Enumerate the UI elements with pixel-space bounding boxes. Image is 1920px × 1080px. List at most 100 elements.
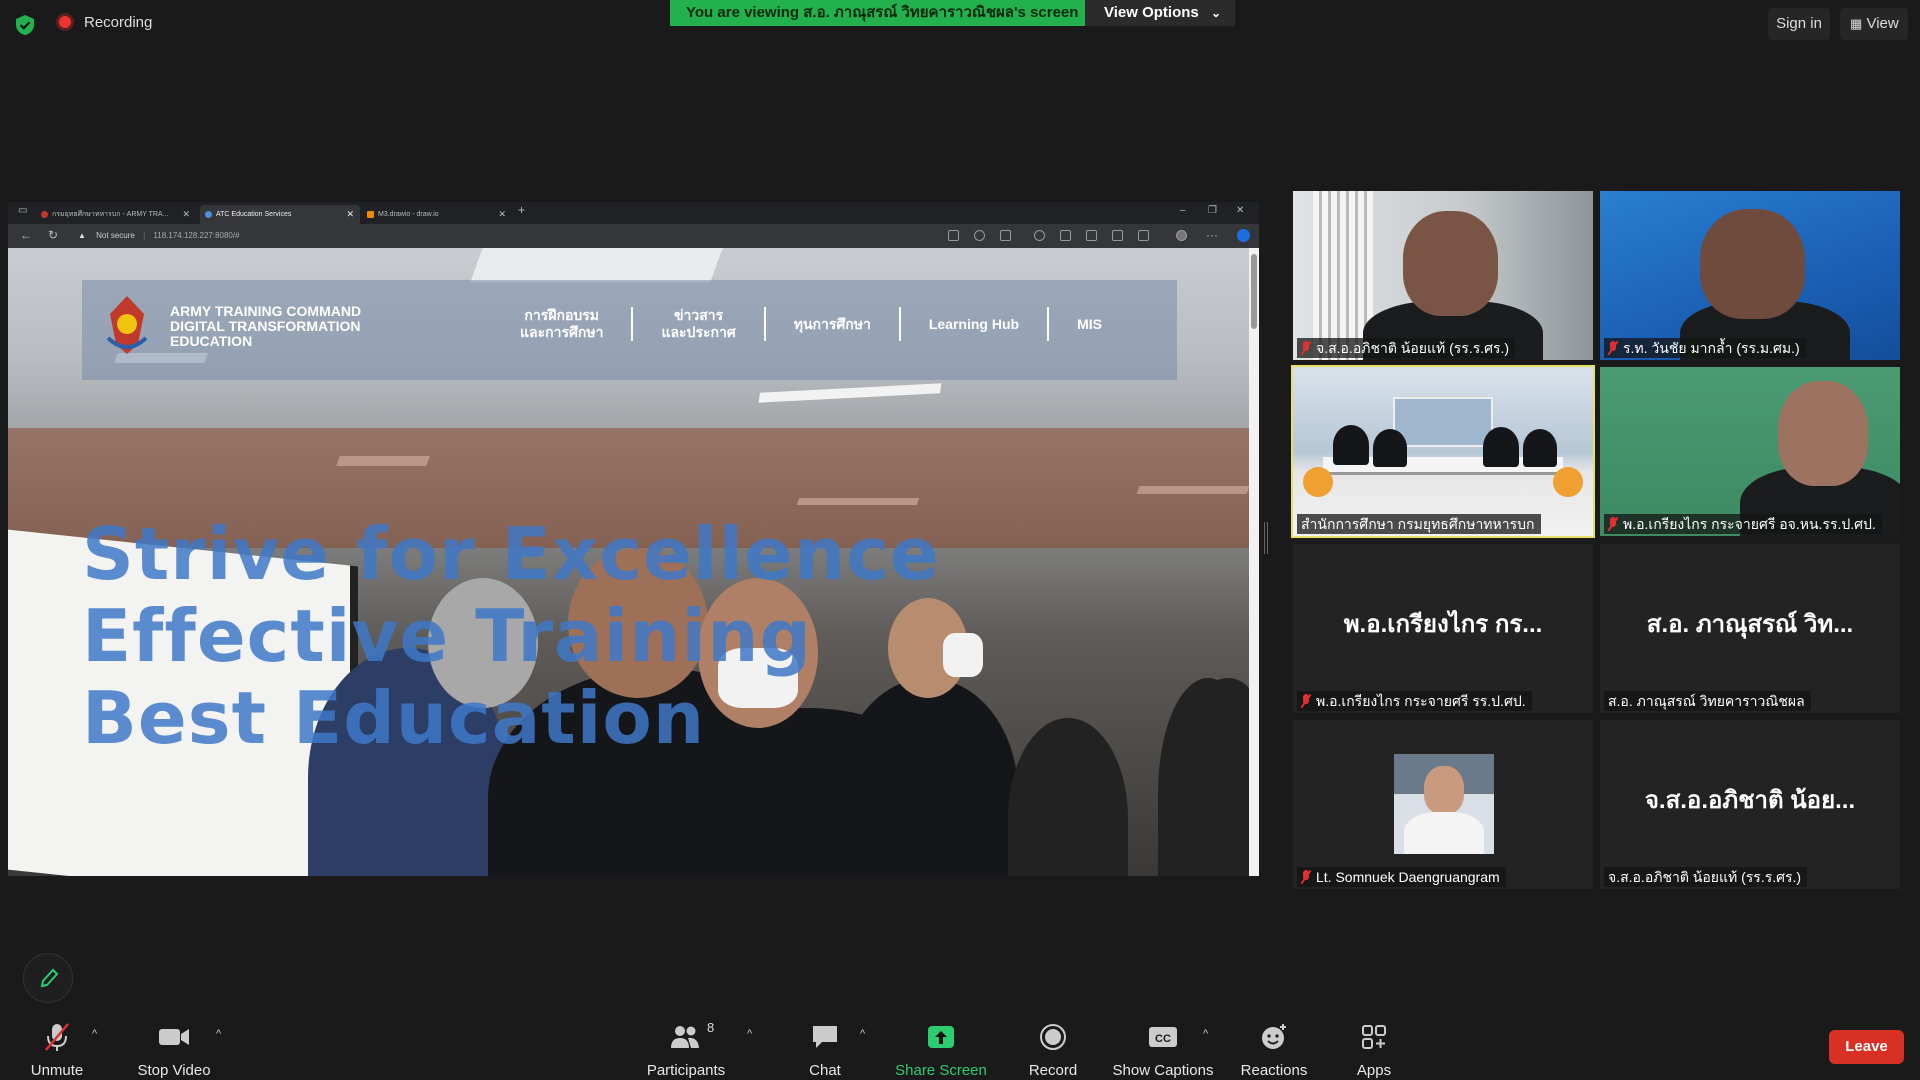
participant-tile[interactable]: ร.ท. วันชัย มากล้ำ (รร.ม.ศม.) — [1600, 191, 1900, 360]
participant-tile[interactable]: ส.อ. ภาณุสรณ์ วิท... ส.อ. ภาณุสรณ์ วิทยค… — [1600, 544, 1900, 713]
apps-button[interactable]: Apps — [1350, 1022, 1398, 1079]
participants-caret-icon[interactable]: ^ — [747, 1028, 752, 1040]
read-aloud-icon[interactable] — [948, 230, 959, 241]
more-menu-icon[interactable]: ··· — [1206, 228, 1218, 242]
share-screen-button[interactable]: Share Screen — [895, 1022, 987, 1079]
face-mask — [943, 633, 983, 677]
nav-item-scholarships[interactable]: ทุนการศึกษา — [766, 316, 899, 333]
participant-display-name: พ.อ.เกรียงไกร กร... — [1343, 611, 1543, 638]
url-text: 118.174.128.227:8080/# — [153, 231, 240, 240]
mic-muted-icon — [1301, 870, 1311, 884]
minimize-icon[interactable]: – — [1180, 205, 1186, 216]
collections-icon[interactable] — [1112, 230, 1123, 241]
mic-muted-icon — [1608, 517, 1618, 531]
close-tab-icon[interactable]: ✕ — [346, 205, 354, 224]
tab-title: ATC Education Services — [216, 211, 292, 218]
mic-muted-icon — [1301, 694, 1311, 708]
flower-decoration — [1553, 467, 1583, 497]
nav-item-learning-hub[interactable]: Learning Hub — [901, 316, 1047, 333]
smiley-plus-icon — [1262, 1024, 1286, 1049]
back-icon[interactable]: ← — [20, 228, 32, 242]
browser-tab[interactable]: กรมยุทธศึกษาทหารบก - ARMY TRA... ✕ — [36, 205, 196, 224]
layout-splitter-handle[interactable] — [1264, 522, 1268, 554]
recording-indicator[interactable]: Recording — [56, 13, 152, 31]
browser-tab[interactable]: M3.drawio - draw.io ✕ — [362, 205, 512, 224]
extension-icon[interactable] — [1034, 230, 1045, 241]
close-tab-icon[interactable]: ✕ — [498, 205, 506, 224]
sign-in-button[interactable]: Sign in — [1768, 8, 1830, 40]
annotate-button[interactable] — [23, 953, 73, 1003]
chat-caret-icon[interactable]: ^ — [860, 1028, 865, 1040]
shared-screen[interactable]: ▭ กรมยุทธศึกษาทหารบก - ARMY TRA... ✕ ATC… — [8, 202, 1259, 876]
close-window-icon[interactable]: ✕ — [1236, 205, 1244, 216]
participant-name: Lt. Somnuek Daengruangram — [1316, 869, 1500, 885]
refresh-icon[interactable]: ↻ — [48, 228, 58, 242]
profile-avatar-icon[interactable] — [1176, 230, 1187, 241]
address-bar[interactable]: ▲ Not secure | 118.174.128.227:8080/# — [78, 227, 958, 245]
wallet-icon[interactable] — [1138, 230, 1149, 241]
stop-video-button[interactable]: Stop Video — [132, 1022, 216, 1079]
site-brand[interactable]: ARMY TRAINING COMMAND DIGITAL TRANSFORMA… — [170, 304, 361, 349]
participant-name: พ.อ.เกรียงไกร กระจายศรี อจ.หน.รร.ป.ศป. — [1623, 516, 1876, 532]
record-button[interactable]: Record — [1025, 1022, 1081, 1079]
zoom-icon[interactable] — [974, 230, 985, 241]
security-label: Not secure — [96, 231, 135, 240]
restore-icon[interactable]: ❐ — [1208, 205, 1217, 216]
favorite-star-icon[interactable] — [1000, 230, 1011, 241]
participant-tile[interactable]: จ.ส.อ.อภิชาติ น้อยแท้ (รร.ร.ศร.) — [1293, 191, 1593, 360]
mic-muted-icon — [45, 1023, 69, 1051]
participant-name-label: ส.อ. ภาณุสรณ์ วิทยคาราวณิชผล — [1604, 691, 1811, 711]
participant-name: จ.ส.อ.อภิชาติ น้อยแท้ (รร.ร.ศร.) — [1608, 869, 1802, 885]
page-scrollbar[interactable] — [1249, 248, 1259, 876]
closed-captions-icon: CC — [1149, 1027, 1177, 1047]
warning-icon: ▲ — [78, 231, 86, 240]
participant-face — [1403, 211, 1498, 316]
nav-item-training[interactable]: การฝึกอบรม และการศึกษา — [492, 307, 631, 341]
website-page[interactable]: ARMY TRAINING COMMAND DIGITAL TRANSFORMA… — [8, 248, 1259, 876]
army-training-command-logo[interactable] — [104, 294, 150, 356]
brand-line: DIGITAL TRANSFORMATION — [170, 318, 361, 334]
unmute-button[interactable]: Unmute — [22, 1022, 92, 1079]
shield-check-icon[interactable] — [14, 14, 36, 36]
close-tab-icon[interactable]: ✕ — [182, 205, 190, 224]
participant-tile[interactable]: พ.อ.เกรียงไกร กร... พ.อ.เกรียงไกร กระจาย… — [1293, 544, 1593, 713]
participants-button[interactable]: 8 Participants — [640, 1020, 732, 1079]
chat-label: Chat — [809, 1062, 841, 1079]
participant-tile[interactable]: Lt. Somnuek Daengruangram — [1293, 720, 1593, 889]
show-captions-label: Show Captions — [1112, 1062, 1214, 1079]
browser-address-row: ← ↻ ▲ Not secure | 118.174.128.227:8080/… — [8, 224, 1259, 248]
mic-muted-icon — [1608, 341, 1618, 355]
participant-display-name: ส.อ. ภาณุสรณ์ วิท... — [1646, 611, 1854, 638]
ceiling-panel — [470, 248, 726, 282]
participant-tile[interactable]: จ.ส.อ.อภิชาติ น้อย... จ.ส.อ.อภิชาติ น้อย… — [1600, 720, 1900, 889]
bing-copilot-icon[interactable] — [1237, 229, 1250, 242]
nav-item-label: และประกาศ — [661, 324, 736, 340]
audio-options-caret-icon[interactable]: ^ — [92, 1028, 97, 1040]
leave-meeting-button[interactable]: Leave — [1829, 1030, 1904, 1064]
share-screen-label: Share Screen — [895, 1062, 987, 1079]
apps-icon — [1362, 1025, 1386, 1049]
split-screen-icon[interactable] — [1060, 230, 1071, 241]
apps-label: Apps — [1356, 1062, 1392, 1079]
view-button[interactable]: ▦ View — [1840, 8, 1908, 40]
participant-tile-active-speaker[interactable]: สำนักการศึกษา กรมยุทธศึกษาทหารบก — [1291, 365, 1595, 538]
view-options-button[interactable]: View Options ⌄ — [1085, 0, 1235, 26]
tab-actions-icon[interactable]: ▭ — [18, 205, 27, 216]
reactions-label: Reactions — [1240, 1062, 1308, 1079]
captions-caret-icon[interactable]: ^ — [1203, 1028, 1208, 1040]
video-options-caret-icon[interactable]: ^ — [216, 1028, 221, 1040]
show-captions-button[interactable]: CC Show Captions — [1110, 1022, 1216, 1079]
captions-badge: CC — [1155, 1033, 1171, 1045]
new-tab-icon[interactable]: + — [518, 203, 525, 217]
nav-item-news[interactable]: ข่าวสาร และประกาศ — [633, 307, 763, 341]
scrollbar-thumb[interactable] — [1251, 254, 1257, 329]
nav-item-mis[interactable]: MIS — [1049, 316, 1130, 333]
participant-face — [1778, 381, 1868, 486]
browser-tab-active[interactable]: ATC Education Services ✕ — [200, 205, 360, 224]
favorites-icon[interactable] — [1086, 230, 1097, 241]
chat-button[interactable]: Chat — [795, 1022, 855, 1079]
participant-tile[interactable]: พ.อ.เกรียงไกร กระจายศรี อจ.หน.รร.ป.ศป. — [1600, 367, 1900, 536]
viewing-screen-banner: You are viewing ส.อ. ภาณุสรณ์ วิทยคาราวณ… — [670, 0, 1095, 26]
reactions-button[interactable]: Reactions — [1236, 1022, 1312, 1079]
pencil-icon — [40, 968, 59, 988]
